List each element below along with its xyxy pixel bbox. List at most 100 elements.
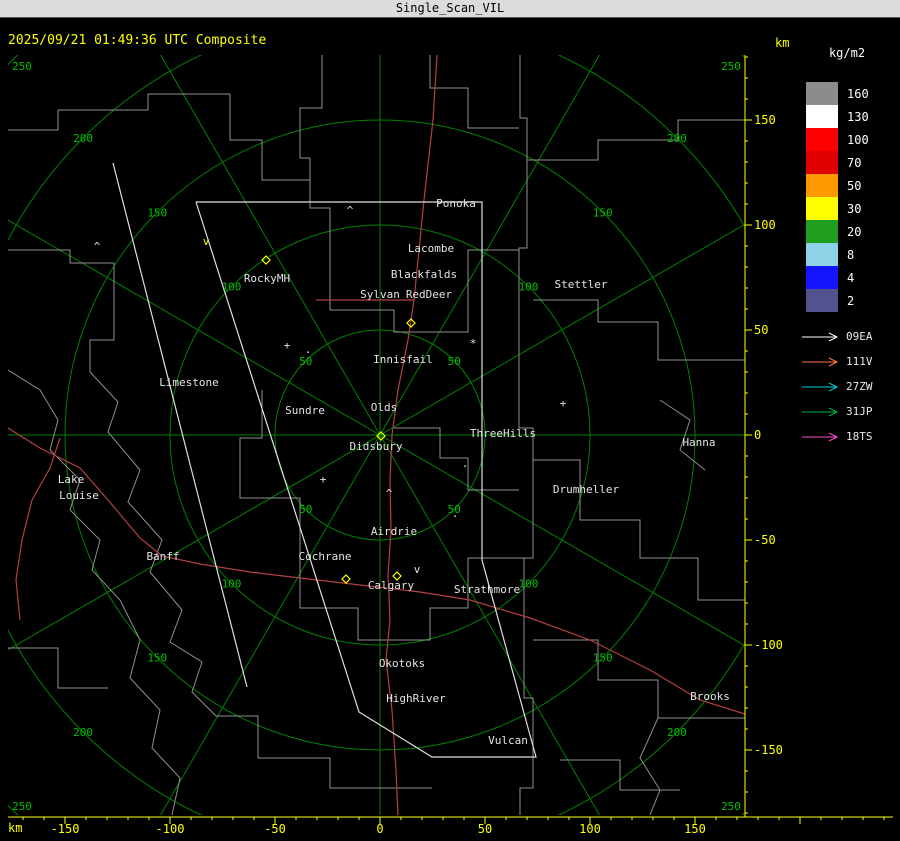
city-label: RedDeer <box>406 288 453 301</box>
weather-marker-icon: · <box>462 460 469 473</box>
range-ring-label: 50 <box>299 503 312 516</box>
right-axis-label: 50 <box>754 323 768 337</box>
legend-panel: kg/m2 160 130 100 70 50 30 20 8 4 2 09EA 111V 27ZW 3… <box>800 46 900 449</box>
color-swatch-icon <box>806 289 838 312</box>
city-label: Louise <box>59 489 99 502</box>
municipal-boundary-line <box>8 369 181 815</box>
weather-marker-icon: ^ <box>386 487 393 500</box>
weather-marker-icon: + <box>320 473 327 486</box>
range-ring-label: 100 <box>519 577 539 590</box>
site-marker-diamond-icon <box>341 574 351 584</box>
track-id: 18TS <box>846 430 873 443</box>
municipal-boundary-line <box>216 715 432 789</box>
azimuth-spoke <box>8 223 745 651</box>
range-ring-label: 250 <box>12 60 32 73</box>
legend-value: 100 <box>847 132 869 147</box>
color-swatch-icon <box>806 220 838 243</box>
city-label: Lacombe <box>408 242 454 255</box>
color-swatch-icon <box>806 105 838 128</box>
legend-entry: 8 <box>806 243 900 266</box>
city-label: Ponoka <box>436 197 476 210</box>
city-label: Drumheller <box>553 483 620 496</box>
municipal-boundary-line <box>527 119 745 161</box>
city-label: Sylvan <box>360 288 400 301</box>
range-ring-label: 250 <box>12 800 32 813</box>
city-label: Innisfail <box>373 353 433 366</box>
azimuth-spoke <box>160 55 600 815</box>
city-label: RockyMH <box>244 272 290 285</box>
azimuth-spoke <box>8 219 745 647</box>
track-arrow-icon <box>802 432 839 441</box>
right-axis-label: -50 <box>754 533 776 547</box>
range-ring-label: 100 <box>519 281 539 294</box>
city-label: Okotoks <box>379 657 425 670</box>
city-label: Airdrie <box>371 525 417 538</box>
legend-entry: 20 <box>806 220 900 243</box>
range-ring-label: 150 <box>147 206 167 219</box>
track-arrow-icon <box>802 332 839 341</box>
color-swatch-icon <box>806 128 838 151</box>
weather-marker-icon: + <box>284 339 291 352</box>
weather-marker-icon: · <box>305 346 312 359</box>
legend-value: 4 <box>847 270 855 285</box>
weather-marker-icon: ^ <box>94 240 101 253</box>
city-label: Calgary <box>368 579 415 592</box>
bottom-axis-label: -150 <box>51 822 80 836</box>
track-arrow-icon <box>802 382 839 391</box>
track-id: 09EA <box>846 330 873 343</box>
city-label: Strathmore <box>454 583 520 596</box>
right-axis-label: -150 <box>754 743 783 757</box>
range-ring-label: 50 <box>448 355 461 368</box>
bottom-axis-label: -50 <box>264 822 286 836</box>
legend-entry: 50 <box>806 174 900 197</box>
legend-entry: 70 <box>806 151 900 174</box>
right-axis-label: 100 <box>754 218 776 232</box>
bottom-axis-label: 50 <box>478 822 492 836</box>
range-ring-label: 250 <box>721 60 741 73</box>
range-ring-label: 200 <box>73 726 93 739</box>
city-label: Banff <box>146 550 179 563</box>
highway-line <box>15 437 61 621</box>
city-label: Hanna <box>682 436 715 449</box>
bottom-axis-label: 100 <box>579 822 601 836</box>
radar-map-canvas: 50 5050 50100 100100 100150 150150 150200 20020… <box>8 55 893 836</box>
range-ring-label: 150 <box>593 206 613 219</box>
city-label: ThreeHills <box>470 427 536 440</box>
municipal-boundary-line <box>533 459 745 601</box>
city-label: Lake <box>58 473 85 486</box>
city-label: Limestone <box>159 376 219 389</box>
weather-marker-icon: * <box>470 337 477 350</box>
legend-value: 2 <box>847 293 855 308</box>
municipal-boundary-line <box>8 647 108 689</box>
municipal-boundary-line <box>8 249 115 372</box>
color-swatch-icon <box>806 151 838 174</box>
right-axis-label: 0 <box>754 428 761 442</box>
legend-entry: 160 <box>806 82 900 105</box>
city-label: HighRiver <box>386 692 446 705</box>
right-axis-label: -100 <box>754 638 783 652</box>
bottom-axis-label: 150 <box>684 822 706 836</box>
municipal-boundary-line <box>429 55 519 129</box>
weather-marker-icon: v <box>203 235 210 248</box>
weather-marker-icon: + <box>560 397 567 410</box>
city-label: Vulcan <box>488 734 528 747</box>
highway-line <box>8 427 745 715</box>
track-arrow-icon <box>802 407 839 416</box>
city-label: Didsbury <box>350 440 403 453</box>
city-label: Blackfalds <box>391 268 457 281</box>
bottom-axis-label: -100 <box>156 822 185 836</box>
legend-value: 30 <box>847 201 862 216</box>
range-ring-label: 100 <box>222 281 242 294</box>
bottom-axis-label: 0 <box>376 822 383 836</box>
legend-value: 130 <box>847 109 869 124</box>
track-legend-entry: 31JP <box>800 399 900 424</box>
color-swatch-icon <box>806 174 838 197</box>
legend-value: 20 <box>847 224 862 239</box>
azimuth-spoke <box>160 55 600 815</box>
municipal-boundary-line <box>639 717 661 815</box>
right-axis-label: 150 <box>754 113 776 127</box>
track-id: 31JP <box>846 405 873 418</box>
legend-value: 160 <box>847 86 869 101</box>
range-ring-label: 200 <box>73 132 93 145</box>
storm-track-legend: 09EA 111V 27ZW 31JP 18TS <box>800 324 900 449</box>
